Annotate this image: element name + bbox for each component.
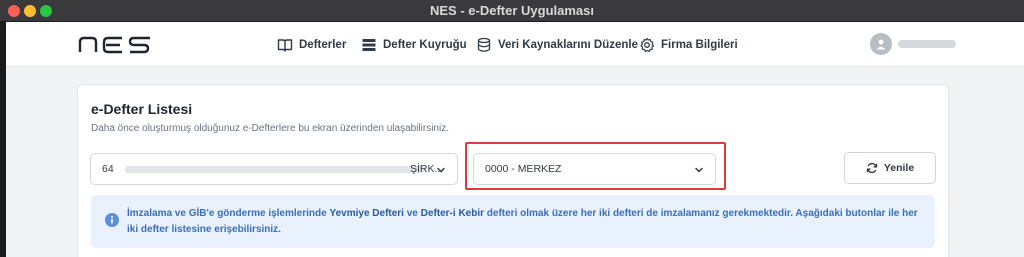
nes-logo[interactable]	[78, 36, 150, 54]
user-avatar[interactable]	[870, 33, 892, 55]
alert-bold-yevmiye: Yevmiye Defteri	[329, 208, 404, 219]
alert-text-part: ve	[403, 208, 421, 219]
refresh-button[interactable]: Yenile	[844, 152, 936, 184]
top-navbar: Defterler Defter Kuyruğu Veri Kaynakları…	[6, 22, 1024, 67]
edefter-list-card: e-Defter Listesi Daha önce oluşturmuş ol…	[77, 84, 949, 257]
nav-label: Firma Bilgileri	[661, 39, 738, 51]
app-window: NES - e-Defter Uygulaması Defterler Deft…	[0, 0, 1024, 257]
book-icon	[277, 39, 293, 52]
window-titlebar: NES - e-Defter Uygulaması	[0, 0, 1024, 22]
alert-bold-kebir: Defter-i Kebir	[420, 208, 485, 219]
nav-defterler[interactable]: Defterler	[277, 35, 346, 55]
nav-defter-kuyrugu[interactable]: Defter Kuyruğu	[361, 35, 467, 55]
nav-firma-bilgileri[interactable]: Firma Bilgileri	[639, 35, 738, 55]
chevron-down-icon	[695, 167, 703, 173]
company-name-redacted	[125, 166, 425, 173]
alert-message: İmzalama ve GİB'e gönderme işlemlerinde …	[127, 206, 927, 238]
card-title: e-Defter Listesi	[91, 101, 193, 117]
alert-text-part: İmzalama ve GİB'e gönderme işlemlerinde	[127, 208, 330, 219]
info-alert: İmzalama ve GİB'e gönderme işlemlerinde …	[91, 195, 935, 248]
nav-label: Veri Kaynaklarını Düzenle	[498, 39, 638, 51]
info-icon	[105, 213, 119, 227]
company-select[interactable]: 64 ŞİRK...	[90, 153, 458, 185]
queue-icon	[362, 39, 376, 51]
branch-select[interactable]: 0000 - MERKEZ	[473, 153, 716, 185]
refresh-button-label: Yenile	[883, 162, 915, 174]
nav-label: Defterler	[299, 39, 347, 51]
database-icon	[477, 37, 491, 52]
user-name-redacted[interactable]	[898, 40, 956, 48]
gear-icon	[640, 37, 655, 52]
user-icon	[876, 39, 886, 50]
card-subtitle: Daha önce oluşturmuş olduğunuz e-Defterl…	[91, 123, 449, 134]
refresh-icon	[866, 162, 877, 174]
branch-select-value: 0000 - MERKEZ	[485, 163, 562, 175]
chevron-down-icon	[437, 167, 445, 173]
window-title: NES - e-Defter Uygulaması	[430, 3, 594, 18]
nav-label: Defter Kuyruğu	[383, 39, 467, 51]
nav-veri-kaynaklari[interactable]: Veri Kaynaklarını Düzenle	[476, 35, 638, 55]
company-select-prefix: 64	[102, 163, 114, 175]
